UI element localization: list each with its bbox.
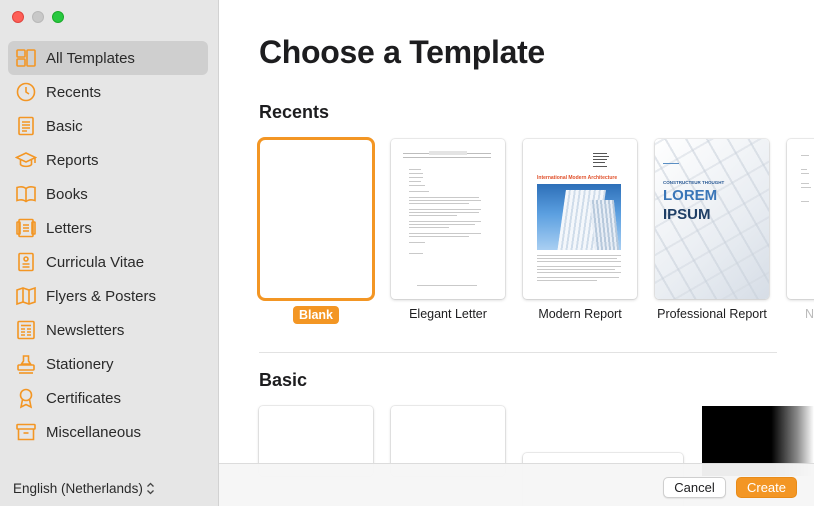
window-controls — [12, 11, 64, 23]
sidebar-item-flyers-posters[interactable]: Flyers & Posters — [8, 279, 208, 313]
close-window-button[interactable] — [12, 11, 24, 23]
sidebar-item-label: Books — [46, 185, 88, 203]
clock-icon — [14, 80, 38, 104]
sidebar-item-curricula-vitae[interactable]: Curricula Vitae — [8, 245, 208, 279]
section-divider — [259, 352, 777, 353]
graduation-cap-icon — [14, 148, 38, 172]
minimize-window-button[interactable] — [32, 11, 44, 23]
sidebar-item-label: Stationery — [46, 355, 114, 373]
sidebar-item-all-templates[interactable]: All Templates — [8, 41, 208, 75]
sidebar-item-label: Curricula Vitae — [46, 253, 145, 271]
letter-icon — [14, 216, 38, 240]
template-thumbnail[interactable] — [787, 139, 814, 299]
sidebar-item-label: Newsletters — [46, 321, 125, 339]
chevron-up-down-icon — [146, 482, 154, 495]
sidebar-item-books[interactable]: Books — [8, 177, 208, 211]
sidebar-item-stationery[interactable]: Stationery — [8, 347, 208, 381]
section-heading-recents: Recents — [259, 102, 330, 122]
sidebar: All Templates Recents Basic Reports Book… — [0, 0, 219, 506]
sidebar-item-label: Flyers & Posters — [46, 287, 157, 305]
sidebar-item-certificates[interactable]: Certificates — [8, 381, 208, 415]
sidebar-item-label: Certificates — [46, 389, 122, 407]
template-thumbnail[interactable]: CONSTRUCTEUR THOUGHT LOREM IPSUM — [655, 139, 769, 299]
template-blank[interactable]: Blank — [257, 137, 375, 324]
template-thumbnail[interactable] — [257, 137, 375, 301]
report-eyebrow: CONSTRUCTEUR THOUGHT — [663, 180, 725, 185]
create-button[interactable]: Create — [736, 477, 797, 498]
newsletter-icon — [14, 318, 38, 342]
document-icon — [14, 114, 38, 138]
template-label: Modern Report — [538, 307, 622, 321]
sidebar-item-label: All Templates — [46, 49, 135, 67]
page-title: Choose a Template — [259, 34, 545, 70]
report-big-text-1: LOREM — [663, 187, 718, 204]
sidebar-item-label: Miscellaneous — [46, 423, 142, 441]
template-modern-report[interactable]: International Modern Architecture Modern… — [523, 139, 637, 321]
zoom-window-button[interactable] — [52, 11, 64, 23]
sidebar-item-label: Letters — [46, 219, 92, 237]
cancel-button[interactable]: Cancel — [663, 477, 726, 498]
sidebar-item-reports[interactable]: Reports — [8, 143, 208, 177]
sidebar-item-letters[interactable]: Letters — [8, 211, 208, 245]
building-photo — [537, 184, 621, 250]
report-heading: International Modern Architecture — [537, 175, 618, 181]
archive-box-icon — [14, 420, 38, 444]
report-big-text-2: IPSUM — [663, 206, 711, 223]
sidebar-item-basic[interactable]: Basic — [8, 109, 208, 143]
map-icon — [14, 284, 38, 308]
language-selector[interactable]: English (Netherlands) — [13, 481, 155, 496]
stamp-icon — [14, 352, 38, 376]
template-thumbnail[interactable]: International Modern Architecture — [523, 139, 637, 299]
language-label: English (Netherlands) — [13, 481, 143, 496]
sidebar-item-recents[interactable]: Recents — [8, 75, 208, 109]
template-label: Professional Report — [657, 307, 767, 321]
template-label: N — [805, 307, 814, 321]
footer-bar: Cancel Create — [219, 463, 814, 506]
template-partial[interactable]: N — [787, 139, 814, 321]
sidebar-item-newsletters[interactable]: Newsletters — [8, 313, 208, 347]
template-professional-report[interactable]: CONSTRUCTEUR THOUGHT LOREM IPSUM Profess… — [655, 139, 769, 321]
template-label: Blank — [292, 306, 340, 324]
sidebar-item-label: Reports — [46, 151, 99, 169]
template-label: Elegant Letter — [409, 307, 487, 321]
template-chooser: Choose a Template Recents Blank Elegant … — [219, 0, 814, 506]
template-thumbnail[interactable] — [391, 139, 505, 299]
ribbon-icon — [14, 386, 38, 410]
sidebar-item-label: Recents — [46, 83, 102, 101]
section-heading-basic: Basic — [259, 370, 308, 390]
cv-icon — [14, 250, 38, 274]
template-elegant-letter[interactable]: Elegant Letter — [391, 139, 505, 321]
category-list: All Templates Recents Basic Reports Book… — [8, 41, 208, 449]
sidebar-item-miscellaneous[interactable]: Miscellaneous — [8, 415, 208, 449]
sidebar-item-label: Basic — [46, 117, 83, 135]
grid-icon — [14, 46, 38, 70]
book-icon — [14, 182, 38, 206]
